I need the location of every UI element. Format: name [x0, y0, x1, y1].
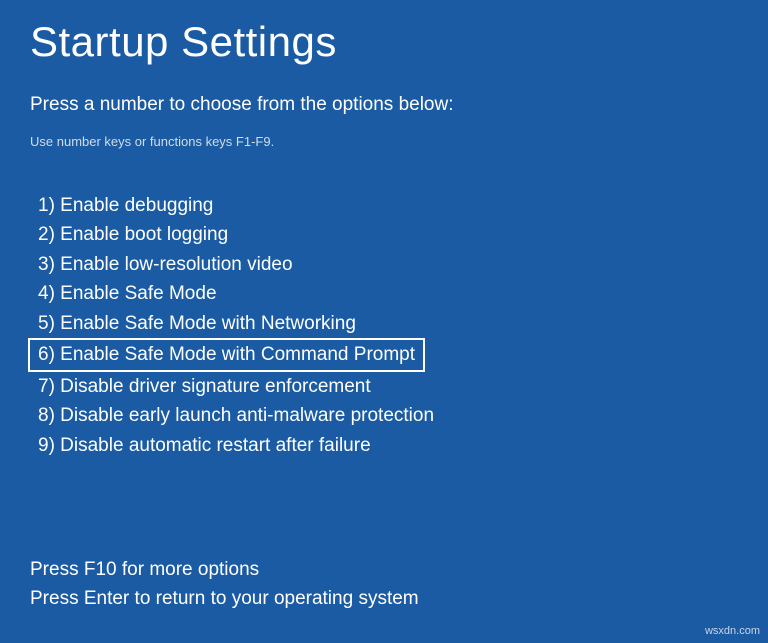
option-label-3: 3) Enable low-resolution video — [30, 250, 301, 279]
instruction-text: Press a number to choose from the option… — [30, 94, 738, 116]
option-row-1[interactable]: 1) Enable debugging — [30, 191, 738, 220]
option-row-6[interactable]: 6) Enable Safe Mode with Command Prompt — [30, 338, 738, 371]
option-label-7: 7) Disable driver signature enforcement — [30, 372, 379, 401]
option-label-1: 1) Enable debugging — [30, 191, 221, 220]
option-row-2[interactable]: 2) Enable boot logging — [30, 220, 738, 249]
page-title: Startup Settings — [30, 18, 738, 66]
option-label-2: 2) Enable boot logging — [30, 220, 236, 249]
startup-options-list: 1) Enable debugging2) Enable boot loggin… — [30, 191, 738, 460]
option-label-6: 6) Enable Safe Mode with Command Prompt — [28, 338, 425, 371]
option-label-4: 4) Enable Safe Mode — [30, 279, 225, 308]
option-label-9: 9) Disable automatic restart after failu… — [30, 431, 379, 460]
watermark: wsxdn.com — [705, 625, 760, 637]
option-row-9[interactable]: 9) Disable automatic restart after failu… — [30, 431, 738, 460]
option-row-7[interactable]: 7) Disable driver signature enforcement — [30, 372, 738, 401]
footer: Press F10 for more options Press Enter t… — [30, 556, 419, 613]
option-label-8: 8) Disable early launch anti-malware pro… — [30, 401, 442, 430]
key-hint-text: Use number keys or functions keys F1-F9. — [30, 134, 738, 149]
option-row-4[interactable]: 4) Enable Safe Mode — [30, 279, 738, 308]
option-row-3[interactable]: 3) Enable low-resolution video — [30, 250, 738, 279]
more-options-hint: Press F10 for more options — [30, 556, 419, 585]
option-row-8[interactable]: 8) Disable early launch anti-malware pro… — [30, 401, 738, 430]
option-row-5[interactable]: 5) Enable Safe Mode with Networking — [30, 309, 738, 338]
return-hint: Press Enter to return to your operating … — [30, 585, 419, 614]
option-label-5: 5) Enable Safe Mode with Networking — [30, 309, 364, 338]
